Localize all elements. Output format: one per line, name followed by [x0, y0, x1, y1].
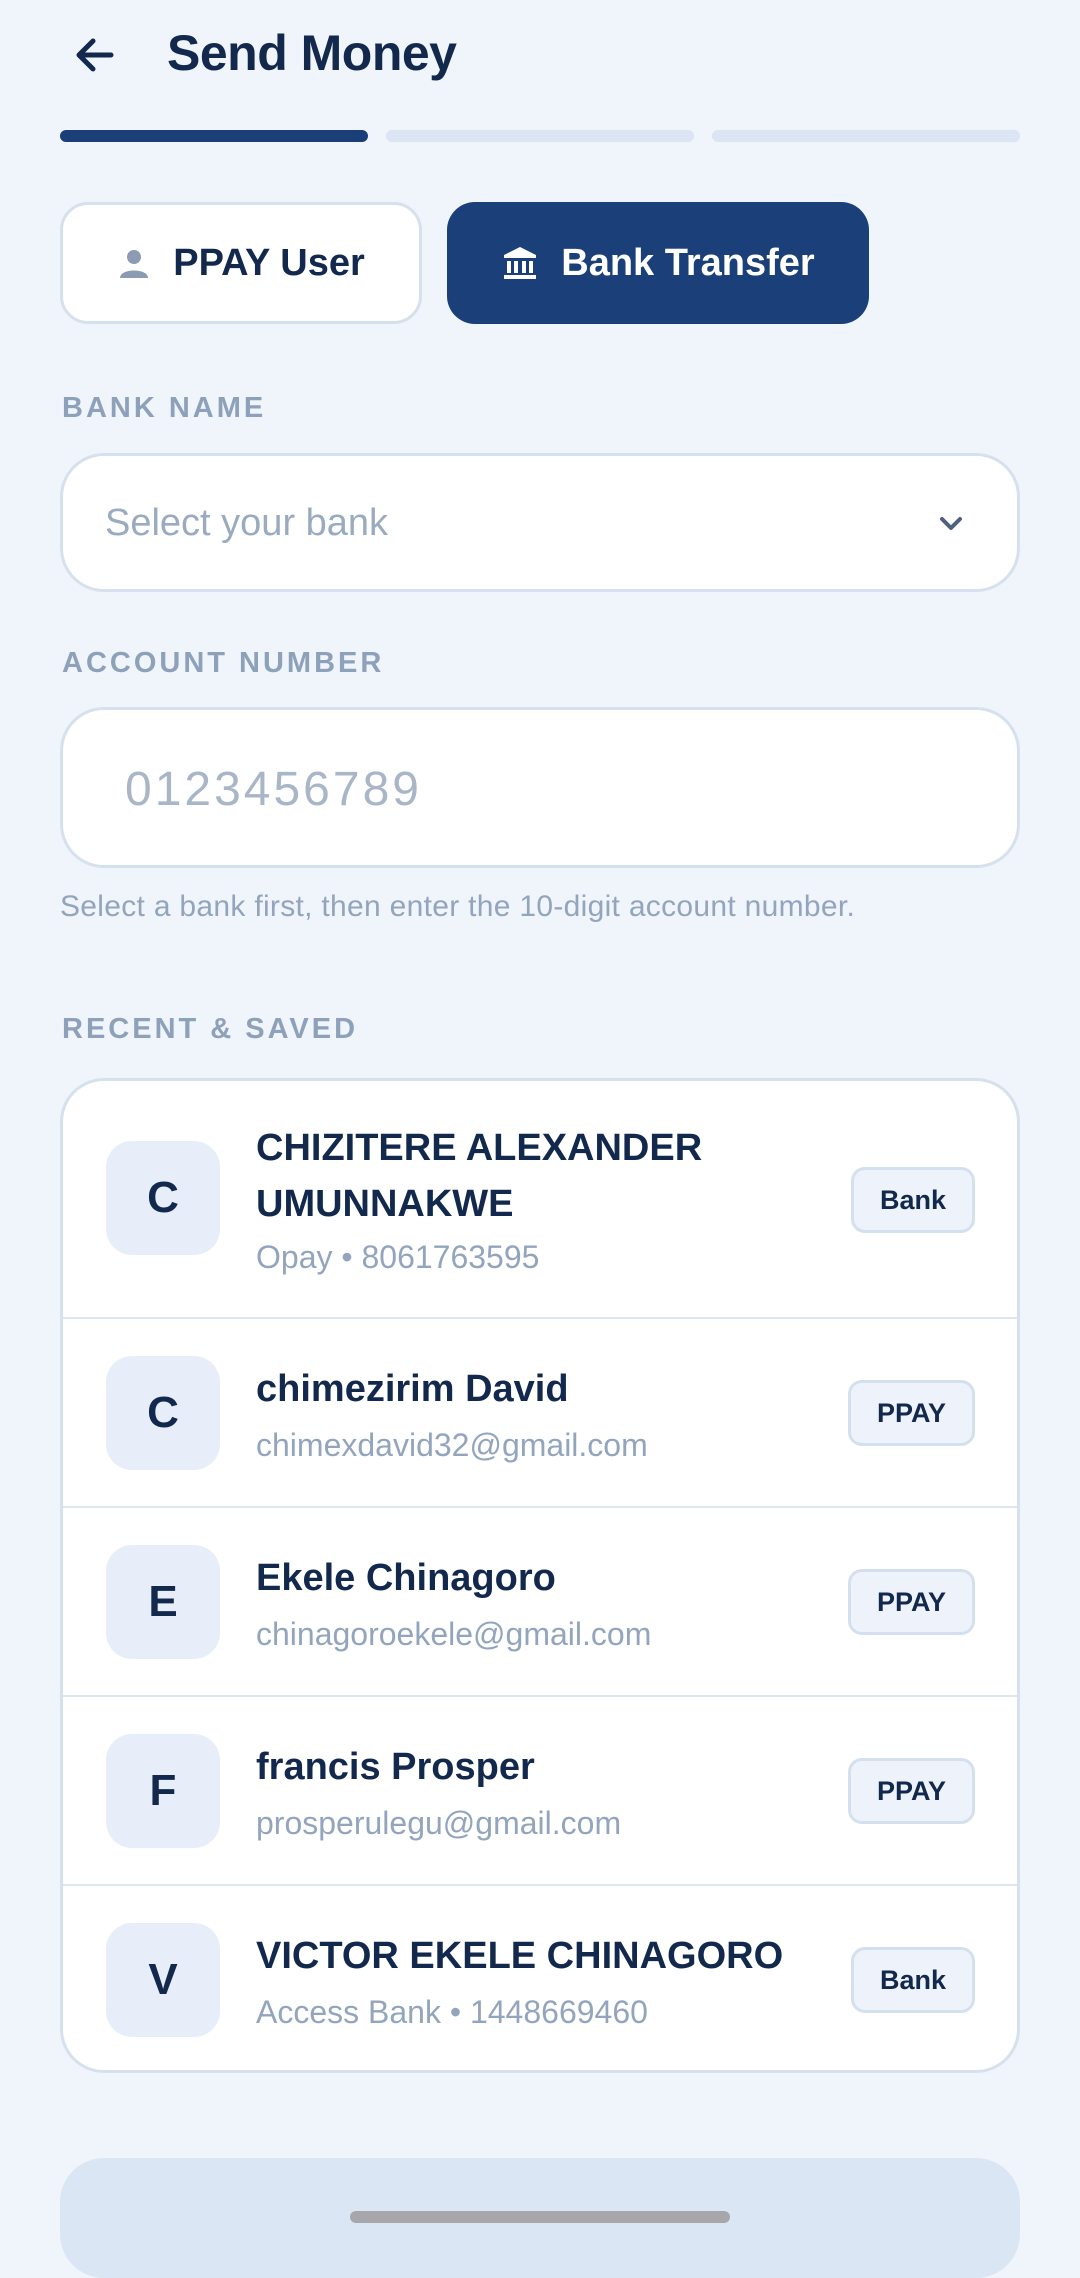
account-number-label: ACCOUNT NUMBER — [62, 647, 385, 679]
bank-transfer-label: Bank Transfer — [561, 241, 815, 284]
home-indicator[interactable] — [350, 2211, 730, 2223]
bank-transfer-tab[interactable]: Bank Transfer — [447, 202, 869, 324]
type-badge: PPAY — [847, 1380, 975, 1446]
recent-saved-label: RECENT & SAVED — [62, 1013, 359, 1045]
avatar: C — [106, 1141, 220, 1255]
account-number-input[interactable] — [123, 750, 947, 828]
list-item[interactable]: C CHIZITERE ALEXANDER UMUNNAKWE Opay • 8… — [63, 1081, 1017, 1319]
step-2-indicator — [386, 130, 694, 142]
app-header: Send Money — [0, 0, 1080, 115]
arrow-left-icon — [76, 38, 114, 72]
list-item[interactable]: F francis Prosper prosperulegu@gmail.com… — [63, 1697, 1017, 1886]
avatar: F — [106, 1734, 220, 1848]
bank-select-placeholder: Select your bank — [105, 502, 389, 544]
recent-saved-list: C CHIZITERE ALEXANDER UMUNNAKWE Opay • 8… — [60, 1078, 1020, 2073]
contact-detail: chimexdavid32@gmail.com — [256, 1427, 648, 1463]
ppay-user-tab[interactable]: PPAY User — [60, 202, 422, 324]
ppay-user-label: PPAY User — [173, 241, 365, 284]
account-number-field[interactable] — [60, 707, 1020, 868]
list-item[interactable]: C chimezirim David chimexdavid32@gmail.c… — [63, 1319, 1017, 1508]
contact-name: CHIZITERE ALEXANDER UMUNNAKWE — [256, 1127, 703, 1225]
type-badge: PPAY — [847, 1569, 975, 1635]
chevron-down-icon — [940, 517, 962, 530]
contact-name: Ekele Chinagoro — [256, 1557, 556, 1599]
step-1-indicator — [60, 130, 368, 142]
contact-name: chimezirim David — [256, 1368, 569, 1410]
type-badge: PPAY — [847, 1758, 975, 1824]
contact-name: francis Prosper — [256, 1746, 535, 1788]
avatar: E — [106, 1545, 220, 1659]
account-helper-text: Select a bank first, then enter the 10-d… — [60, 890, 856, 923]
page-title: Send Money — [167, 25, 457, 81]
contact-detail: Opay • 8061763595 — [256, 1239, 540, 1275]
avatar: V — [106, 1923, 220, 2037]
step-progress — [60, 130, 1020, 142]
person-icon — [120, 250, 149, 278]
contact-name: VICTOR EKELE CHINAGORO — [256, 1935, 784, 1977]
list-item[interactable]: E Ekele Chinagoro chinagoroekele@gmail.c… — [63, 1508, 1017, 1697]
back-button[interactable] — [60, 20, 130, 90]
avatar: C — [106, 1356, 220, 1470]
contact-detail: prosperulegu@gmail.com — [256, 1805, 622, 1841]
bank-name-label: BANK NAME — [62, 392, 267, 424]
list-item[interactable]: V VICTOR EKELE CHINAGORO Access Bank • 1… — [63, 1886, 1017, 2070]
type-badge: Bank — [850, 1947, 975, 2013]
step-3-indicator — [712, 130, 1020, 142]
contact-detail: Access Bank • 1448669460 — [256, 1994, 648, 2030]
bank-icon — [504, 247, 537, 279]
bank-select[interactable]: Select your bank — [60, 453, 1020, 592]
type-badge: Bank — [850, 1167, 975, 1233]
contact-detail: chinagoroekele@gmail.com — [256, 1616, 652, 1652]
